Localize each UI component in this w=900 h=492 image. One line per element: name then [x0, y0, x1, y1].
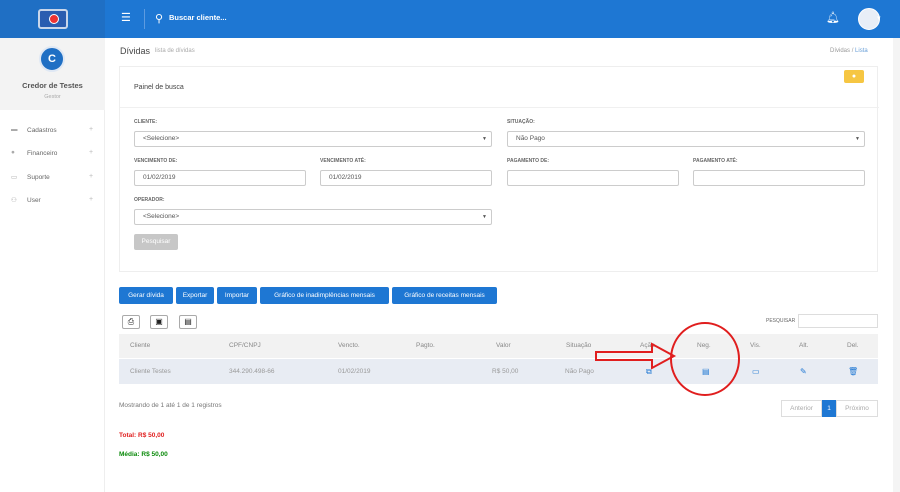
top-bar: ☰ ⚲ Buscar cliente... 🔔︎ ▾: [0, 0, 900, 38]
download-icon[interactable]: ▣: [150, 315, 168, 329]
pagamento-de-field[interactable]: [507, 170, 679, 186]
view-icon[interactable]: ▭: [752, 367, 760, 376]
panel-title: Painel de busca: [134, 84, 184, 91]
importar-button[interactable]: Importar: [217, 287, 257, 304]
sidebar-item-user[interactable]: ⚇ User +: [0, 195, 105, 209]
column-header-vis[interactable]: Vis.: [750, 342, 761, 349]
chevron-down-icon: ▼: [482, 136, 487, 142]
gerar-divida-button[interactable]: Gerar dívida: [119, 287, 173, 304]
collapse-button[interactable]: ●: [844, 70, 864, 83]
breadcrumb-dividas[interactable]: Dívidas: [830, 48, 850, 54]
cliente-label: CLIENTE:: [134, 119, 158, 125]
money-icon: ●: [11, 149, 15, 156]
cell-cliente: Cliente Testes: [130, 368, 171, 375]
table-search-input[interactable]: [798, 314, 878, 328]
breadcrumb-lista: Lista: [855, 48, 868, 54]
breadcrumb-separator: /: [851, 48, 854, 54]
vencimento-ate-field[interactable]: 01/02/2019: [320, 170, 492, 186]
profile-name: Credor de Testes: [22, 81, 83, 90]
table-header: Cliente CPF/CNPJ Vencto. Pagto. Valor Si…: [119, 334, 878, 358]
column-header-pagto[interactable]: Pagto.: [416, 342, 435, 349]
profile-card: C Credor de Testes Gestor: [0, 38, 105, 110]
cell-valor: R$ 50,00: [492, 368, 519, 375]
cell-vencto: 01/02/2019: [338, 368, 371, 375]
vencimento-de-field[interactable]: 01/02/2019: [134, 170, 306, 186]
chevron-down-icon: ▼: [482, 214, 487, 220]
print-icon[interactable]: ⎙: [122, 315, 140, 329]
operador-select[interactable]: <Selecione> ▼: [134, 209, 492, 225]
sidebar-item-label: User: [27, 197, 41, 204]
page-subtitle: lista de dívidas: [155, 48, 195, 54]
situacao-select[interactable]: Não Pago ▼: [507, 131, 865, 147]
grafico-inadimplencias-button[interactable]: Gráfico de inadimplências mensais: [260, 287, 389, 304]
image-icon[interactable]: ▤: [179, 315, 197, 329]
divider: [120, 107, 879, 108]
sidebar-item-label: Suporte: [27, 174, 50, 181]
plus-icon: +: [89, 149, 94, 156]
select-value: <Selecione>: [143, 135, 180, 142]
select-value: Não Pago: [516, 135, 545, 142]
pesquisar-button[interactable]: Pesquisar: [134, 234, 178, 250]
bell-icon[interactable]: 🔔︎: [826, 11, 840, 24]
folder-icon: ▬: [11, 126, 18, 133]
cell-situacao: Não Pago: [565, 368, 594, 375]
column-header-alt[interactable]: Alt.: [799, 342, 808, 349]
pagination-next[interactable]: Próximo: [836, 400, 878, 417]
pagamento-de-label: PAGAMENTO DE:: [507, 158, 550, 164]
column-header-cpf[interactable]: CPF/CNPJ: [229, 342, 261, 349]
pagamento-ate-label: PAGAMENTO ATÉ:: [693, 158, 738, 164]
total-value: Total: R$ 50,00: [119, 432, 165, 439]
logo[interactable]: [0, 0, 105, 38]
plus-icon: +: [89, 173, 94, 180]
edit-icon[interactable]: ✎: [800, 367, 807, 376]
annotation-arrow: [595, 342, 677, 370]
money-logo-icon: [37, 9, 68, 29]
sidebar-item-label: Financeiro: [27, 150, 58, 157]
media-value: Média: R$ 50,00: [119, 451, 168, 458]
pagination-previous[interactable]: Anterior: [781, 400, 822, 417]
select-value: <Selecione>: [143, 213, 180, 220]
sidebar-item-cadastros[interactable]: ▬ Cadastros +: [0, 125, 105, 139]
cell-cpf: 344.290.498-66: [229, 368, 275, 375]
situacao-label: SITUAÇÃO:: [507, 119, 535, 125]
sidebar-item-financeiro[interactable]: ● Financeiro +: [0, 148, 105, 162]
pagination-page-1[interactable]: 1: [822, 400, 836, 417]
breadcrumb: Dívidas / Lista: [830, 48, 868, 54]
profile-avatar: C: [39, 46, 65, 72]
column-header-cliente[interactable]: Cliente: [130, 342, 150, 349]
column-header-valor[interactable]: Valor: [496, 342, 511, 349]
search-icon[interactable]: ⚲: [155, 12, 163, 25]
cliente-select[interactable]: <Selecione> ▼: [134, 131, 492, 147]
sidebar-item-label: Cadastros: [27, 127, 57, 134]
divider: [144, 9, 145, 29]
plus-icon: +: [89, 126, 94, 133]
vencimento-ate-label: VENCIMENTO ATÉ:: [320, 158, 366, 164]
annotation-circle: [670, 322, 740, 396]
search-input[interactable]: Buscar cliente...: [169, 13, 227, 22]
table-info: Mostrando de 1 até 1 de 1 registros: [119, 402, 222, 409]
column-header-vencto[interactable]: Vencto.: [338, 342, 360, 349]
chevron-down-icon: ▼: [855, 136, 860, 142]
table-search-label: PESQUISAR: [766, 318, 796, 324]
exportar-button[interactable]: Exportar: [176, 287, 214, 304]
grafico-receitas-button[interactable]: Gráfico de receitas mensais: [392, 287, 497, 304]
vencimento-de-label: VENCIMENTO DE:: [134, 158, 178, 164]
table-row[interactable]: Cliente Testes 344.290.498-66 01/02/2019…: [119, 359, 878, 384]
sidebar-item-suporte[interactable]: ▭ Suporte +: [0, 172, 105, 186]
delete-icon[interactable]: 🗑︎: [848, 367, 858, 376]
chat-icon: ▭: [11, 174, 18, 181]
column-header-situacao[interactable]: Situação: [566, 342, 591, 349]
plus-icon: +: [89, 196, 94, 203]
scrollbar[interactable]: [893, 38, 900, 492]
chevron-down-icon[interactable]: ▾: [877, 14, 881, 22]
pagamento-ate-field[interactable]: [693, 170, 865, 186]
menu-icon[interactable]: ☰: [121, 13, 131, 24]
profile-role: Gestor: [44, 94, 61, 100]
user-icon: ⚇: [11, 197, 17, 204]
operador-label: OPERADOR:: [134, 197, 165, 203]
page-title: Dívidas: [120, 46, 151, 56]
sidebar: C Credor de Testes Gestor ▬ Cadastros + …: [0, 38, 105, 492]
search-panel: Painel de busca ● CLIENTE: <Selecione> ▼ …: [119, 66, 879, 272]
column-header-del[interactable]: Del.: [847, 342, 859, 349]
